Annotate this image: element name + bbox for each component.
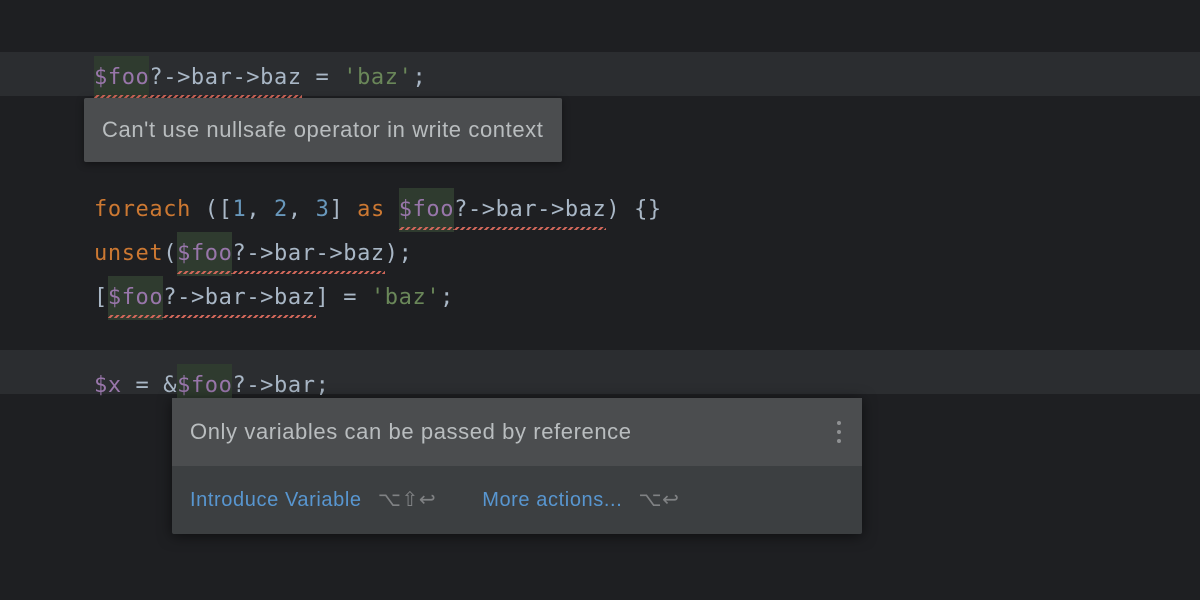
- code-token: $foo: [94, 56, 149, 100]
- code-token: =: [302, 65, 344, 90]
- code-token: $foo: [399, 188, 454, 232]
- code-token: ]: [329, 197, 357, 222]
- code-token: ([: [205, 197, 233, 222]
- code-token: ;: [440, 285, 454, 310]
- code-token: 2: [274, 197, 288, 222]
- more-options-icon[interactable]: [830, 421, 848, 443]
- code-token: ;: [412, 65, 426, 90]
- action-link: More actions...: [482, 489, 622, 511]
- action-shortcut: ⌥⇧↩: [378, 489, 436, 511]
- intention-header: Only variables can be passed by referenc…: [172, 398, 862, 466]
- action-shortcut: ⌥↩: [639, 489, 680, 511]
- code-line[interactable]: foreach ([1, 2, 3] as $foo?->bar->baz) {…: [94, 188, 1200, 232]
- code-token: ?->bar->baz: [232, 232, 384, 276]
- code-token: unset: [94, 241, 163, 266]
- code-token: $foo: [108, 276, 163, 320]
- action-link: Introduce Variable: [190, 489, 362, 511]
- code-token: [: [94, 285, 108, 310]
- code-token: = &: [122, 373, 177, 398]
- code-token: ,: [246, 197, 274, 222]
- code-token: 3: [316, 197, 330, 222]
- code-token: $foo: [177, 232, 232, 276]
- intention-actions: Introduce Variable ⌥⇧↩ More actions... ⌥…: [172, 466, 862, 534]
- code-token: ,: [288, 197, 316, 222]
- code-line[interactable]: [$foo?->bar->baz] = 'baz';: [94, 276, 1200, 320]
- code-token: );: [385, 241, 413, 266]
- code-token: 1: [232, 197, 246, 222]
- code-token: ?->bar->baz: [454, 188, 606, 232]
- code-line[interactable]: unset($foo?->bar->baz);: [94, 232, 1200, 276]
- code-editor[interactable]: $foo?->bar->baz = 'baz'; foreach ([1, 2,…: [0, 0, 1200, 600]
- code-line[interactable]: $foo?->bar->baz = 'baz';: [94, 56, 1200, 100]
- code-token: ] =: [316, 285, 371, 310]
- code-token: ) {}: [606, 197, 661, 222]
- code-line[interactable]: [94, 320, 1200, 364]
- intention-popup[interactable]: Only variables can be passed by referenc…: [172, 398, 862, 534]
- code-token: $x: [94, 373, 122, 398]
- code-token: 'baz': [371, 285, 440, 310]
- code-token: as: [357, 197, 399, 222]
- error-tooltip: Can't use nullsafe operator in write con…: [84, 98, 562, 162]
- code-token: (: [163, 241, 177, 266]
- code-token: 'baz': [343, 65, 412, 90]
- code-token: foreach: [94, 197, 205, 222]
- intention-message: Only variables can be passed by referenc…: [190, 419, 632, 444]
- code-token: ?->bar->baz: [149, 56, 301, 100]
- intention-action[interactable]: Introduce Variable ⌥⇧↩: [190, 480, 436, 520]
- code-token: ;: [316, 373, 330, 398]
- tooltip-text: Can't use nullsafe operator in write con…: [102, 117, 544, 142]
- intention-action[interactable]: More actions... ⌥↩: [482, 480, 679, 520]
- code-area[interactable]: $foo?->bar->baz = 'baz'; foreach ([1, 2,…: [0, 0, 1200, 408]
- code-token: ?->bar->baz: [163, 276, 315, 320]
